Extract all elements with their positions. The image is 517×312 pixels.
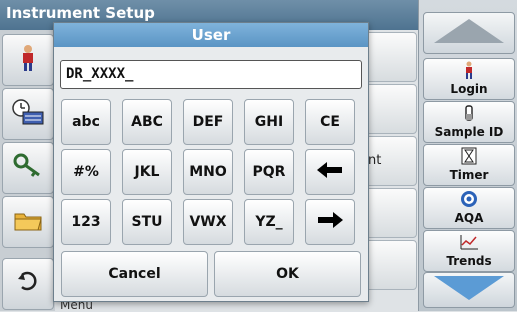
scroll-down-button[interactable] <box>423 272 515 308</box>
backspace-button[interactable] <box>305 149 355 195</box>
login-button[interactable]: Login <box>423 58 515 100</box>
sample-id-button[interactable]: Sample ID <box>423 101 515 143</box>
right-arrow-icon <box>317 212 343 232</box>
operator-icon <box>19 44 37 76</box>
scroll-up-button[interactable] <box>423 12 515 54</box>
key-ABC[interactable]: ABC <box>122 99 172 145</box>
key-PQR[interactable]: PQR <box>244 149 294 195</box>
left-arrow-icon <box>317 162 343 182</box>
trends-button[interactable]: Trends <box>423 230 515 272</box>
aqa-label: AQA <box>454 211 484 225</box>
user-input-value: DR_XXXX_ <box>66 66 134 82</box>
key-DEF[interactable]: DEF <box>183 99 233 145</box>
key-icon <box>13 153 43 183</box>
right-side-panel: Login Sample ID Timer AQA Trends <box>418 0 517 311</box>
triangle-down-icon <box>430 274 508 306</box>
back-arrow-icon <box>16 271 40 297</box>
background-left-toolbar <box>0 30 55 311</box>
clock-keyboard-icon <box>11 98 45 130</box>
cursor-right-button[interactable] <box>305 199 355 245</box>
target-icon <box>424 190 514 208</box>
dialog-header: User <box>54 23 368 47</box>
key-GHI[interactable]: GHI <box>244 99 294 145</box>
background-title: Instrument Setup <box>6 4 155 22</box>
key-symbols[interactable]: #% <box>61 149 111 195</box>
dialog-title: User <box>191 26 231 44</box>
clock-keyboard-button[interactable] <box>2 88 54 140</box>
person-icon <box>424 61 514 79</box>
trends-label: Trends <box>446 254 492 268</box>
timer-button[interactable]: Timer <box>423 144 515 186</box>
operator-button[interactable] <box>2 34 54 86</box>
background-list-item-text: nt <box>368 153 382 168</box>
hourglass-icon <box>424 147 514 165</box>
key-abc[interactable]: abc <box>61 99 111 145</box>
folder-icon <box>13 208 43 236</box>
login-label: Login <box>450 82 488 96</box>
chart-icon <box>424 233 514 251</box>
folder-button[interactable] <box>2 196 54 248</box>
key-numbers[interactable]: 123 <box>61 199 111 245</box>
key-clear-entry[interactable]: CE <box>305 99 355 145</box>
key-VWX[interactable]: VWX <box>183 199 233 245</box>
key-JKL[interactable]: JKL <box>122 149 172 195</box>
user-dialog: User DR_XXXX_ abc ABC DEF GHI CE #% JKL … <box>53 22 369 302</box>
ok-button[interactable]: OK <box>214 251 361 297</box>
user-input-field[interactable]: DR_XXXX_ <box>60 60 362 89</box>
key-YZ[interactable]: YZ_ <box>244 199 294 245</box>
key-STU[interactable]: STU <box>122 199 172 245</box>
sample-id-label: Sample ID <box>434 125 504 139</box>
cancel-button[interactable]: Cancel <box>61 251 208 297</box>
key-MNO[interactable]: MNO <box>183 149 233 195</box>
key-button[interactable] <box>2 142 54 194</box>
aqa-button[interactable]: AQA <box>423 187 515 229</box>
vial-icon <box>424 104 514 122</box>
triangle-up-icon <box>430 16 508 50</box>
timer-label: Timer <box>449 168 489 182</box>
back-button[interactable] <box>2 258 54 310</box>
